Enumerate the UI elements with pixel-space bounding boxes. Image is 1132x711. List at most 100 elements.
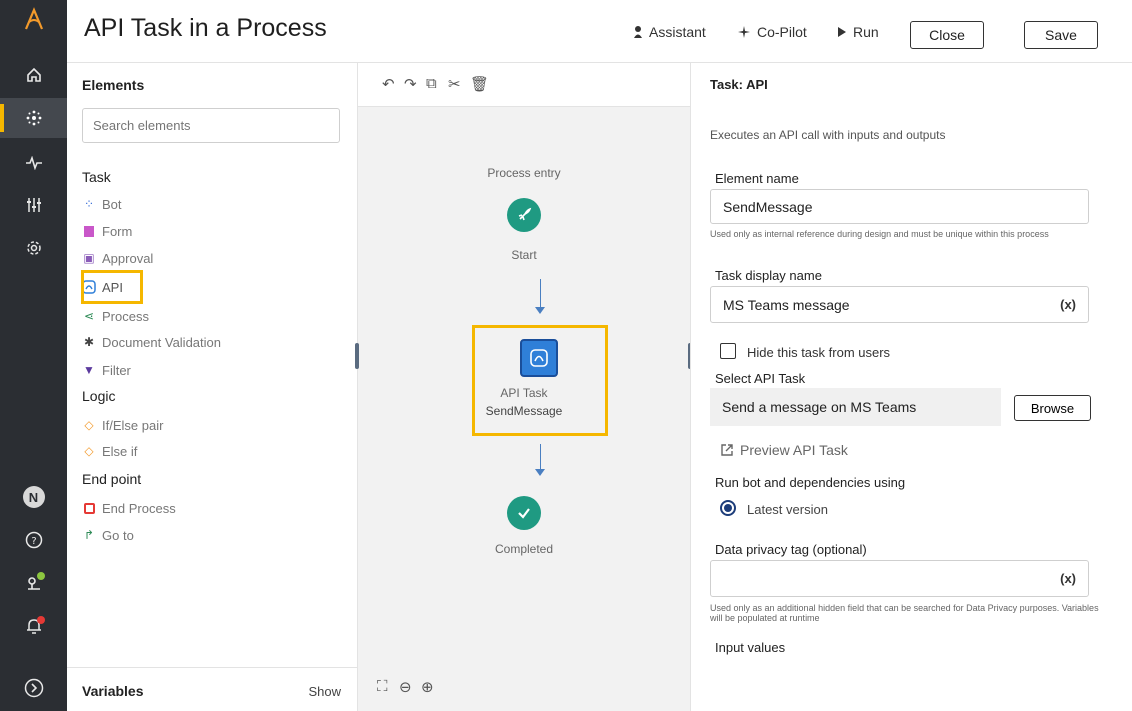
browse-button[interactable]: Browse — [1014, 395, 1091, 421]
activity-icon[interactable] — [0, 143, 67, 183]
copilot-label: Co-Pilot — [757, 24, 807, 40]
left-resize-handle[interactable] — [355, 343, 359, 369]
process-canvas[interactable]: Process entry Start API Task SendMessage… — [358, 107, 690, 668]
redo-icon[interactable]: ↷ — [404, 75, 417, 93]
latest-version-radio[interactable] — [720, 500, 736, 516]
insert-variable-button[interactable]: (x) — [1060, 297, 1076, 312]
element-item-document-validation[interactable]: ✱ Document Validation — [82, 331, 221, 353]
goto-icon: ↱ — [83, 528, 95, 542]
manage-icon[interactable] — [0, 185, 67, 225]
display-name-field[interactable]: MS Teams message (x) — [710, 286, 1089, 323]
variables-label: Variables — [82, 683, 144, 699]
api-task-node[interactable] — [520, 339, 558, 377]
run-link[interactable]: Run — [837, 24, 879, 40]
avatar[interactable]: N — [0, 477, 67, 517]
element-item-approval[interactable]: ▣ Approval — [82, 247, 153, 269]
elements-panel: Elements Task ⁘ Bot Form ▣ Approval API … — [67, 63, 358, 711]
display-name-label: Task display name — [715, 268, 822, 283]
zoom-out-icon[interactable]: ⊖ — [399, 678, 412, 696]
run-label: Run — [853, 24, 879, 40]
assistant-icon — [634, 26, 642, 38]
status-dot-green — [37, 572, 45, 580]
canvas-zoom-controls: ⛶ ⊖ ⊕ — [358, 668, 690, 711]
element-item-filter[interactable]: ▼ Filter — [82, 359, 131, 381]
element-label: Approval — [102, 250, 154, 266]
notifications-icon[interactable] — [0, 606, 67, 646]
element-item-if-else-pair[interactable]: ◇ If/Else pair — [82, 414, 163, 436]
input-values-label: Input values — [715, 640, 786, 655]
preview-api-link[interactable]: Preview API Task — [720, 442, 848, 458]
home-icon[interactable] — [0, 55, 67, 95]
element-label: End Process — [102, 500, 176, 516]
diamond-icon: ◇ — [84, 418, 94, 432]
help-icon[interactable]: ? — [0, 520, 67, 560]
automation-icon[interactable] — [0, 98, 67, 138]
save-button[interactable]: Save — [1024, 21, 1098, 49]
api-icon — [530, 349, 548, 367]
location-icon[interactable] — [0, 562, 67, 602]
process-icon: ⋖ — [83, 309, 95, 323]
undo-icon[interactable]: ↶ — [382, 75, 395, 93]
api-highlight — [81, 270, 143, 304]
header: API Task in a Process Assistant Co-Pilot… — [67, 0, 1132, 63]
properties-description: Executes an API call with inputs and out… — [710, 128, 946, 142]
element-item-go-to[interactable]: ↱ Go to — [82, 524, 134, 546]
element-item-else-if[interactable]: ◇ Else if — [82, 440, 137, 462]
hide-task-label: Hide this task from users — [747, 345, 891, 360]
play-icon — [838, 27, 846, 37]
properties-title: Task: API — [710, 77, 768, 92]
selected-api-field: Send a message on MS Teams — [710, 388, 1001, 426]
completed-node[interactable] — [507, 496, 541, 530]
element-item-bot[interactable]: ⁘ Bot — [82, 193, 122, 215]
expand-icon[interactable] — [0, 668, 67, 708]
privacy-tag-label: Data privacy tag (optional) — [715, 542, 867, 557]
elements-heading: Elements — [82, 77, 145, 93]
logo-icon[interactable] — [0, 0, 67, 38]
settings-icon[interactable] — [0, 228, 67, 268]
insert-variable-button[interactable]: (x) — [1060, 571, 1076, 586]
category-end-point: End point — [82, 471, 142, 487]
copy-icon[interactable]: ⧉ — [426, 75, 437, 92]
category-logic: Logic — [82, 388, 116, 404]
variables-bar: Variables Show — [67, 667, 358, 711]
canvas-toolbar: ↶ ↷ ⧉ ✂ 🗑 — [358, 63, 690, 107]
element-label: Process — [102, 308, 149, 324]
element-name-hint: Used only as internal reference during d… — [710, 229, 1049, 239]
connector-line — [540, 279, 541, 307]
properties-panel: Task: API Executes an API call with inpu… — [690, 63, 1132, 711]
close-button[interactable]: Close — [910, 21, 984, 49]
hide-task-checkbox[interactable] — [720, 343, 736, 359]
privacy-tag-hint: Used only as an additional hidden field … — [710, 603, 1099, 623]
start-node[interactable] — [507, 198, 541, 232]
element-label: Go to — [102, 527, 134, 543]
zoom-in-icon[interactable]: ⊕ — [421, 678, 434, 696]
filter-icon: ▼ — [83, 363, 95, 377]
delete-icon[interactable]: 🗑 — [470, 75, 489, 93]
variables-show-link[interactable]: Show — [308, 684, 341, 699]
element-item-form[interactable]: Form — [82, 220, 132, 242]
latest-version-label: Latest version — [747, 502, 828, 517]
element-item-end-process[interactable]: End Process — [82, 497, 176, 519]
privacy-tag-field[interactable]: (x) — [710, 560, 1089, 597]
element-name-field[interactable]: SendMessage — [710, 189, 1089, 224]
select-api-label: Select API Task — [715, 371, 806, 386]
preview-api-label: Preview API Task — [740, 442, 848, 458]
element-item-process[interactable]: ⋖ Process — [82, 305, 149, 327]
element-label: If/Else pair — [102, 417, 164, 433]
document-validation-icon: ✱ — [83, 335, 95, 349]
assistant-link[interactable]: Assistant — [633, 24, 706, 40]
cut-icon[interactable]: ✂ — [448, 75, 461, 93]
approval-icon: ▣ — [83, 251, 95, 265]
fit-screen-icon[interactable]: ⛶ — [377, 678, 388, 695]
status-dot-red — [37, 616, 45, 624]
copilot-link[interactable]: Co-Pilot — [737, 24, 807, 40]
page-title: API Task in a Process — [84, 14, 327, 42]
connector-arrow — [535, 307, 545, 314]
app-root: N ? API Task in a Process Assistant Co-P… — [0, 0, 1132, 711]
external-link-icon — [721, 444, 733, 456]
element-label: Else if — [102, 443, 138, 459]
start-label: Start — [511, 248, 537, 262]
diamond-icon: ◇ — [84, 444, 94, 458]
search-elements-input[interactable] — [82, 108, 340, 143]
selected-api-value: Send a message on MS Teams — [722, 399, 917, 415]
